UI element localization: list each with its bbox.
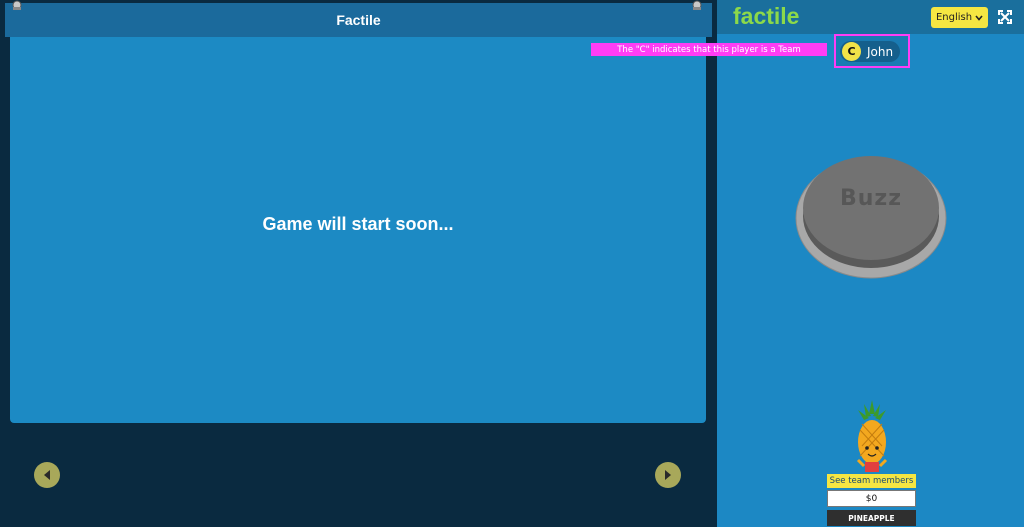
arrow-right-icon	[665, 470, 671, 480]
player-sidebar: factile English C John The "C" indicates…	[591, 0, 1024, 527]
player-name: John	[867, 44, 894, 59]
arrow-left-icon	[44, 470, 50, 480]
team-score: $0	[827, 490, 916, 507]
game-title-bar: Factile	[5, 3, 712, 37]
game-title: Factile	[336, 12, 381, 28]
game-board-panel: Factile Game will start soon...	[0, 0, 717, 527]
pin-icon	[692, 0, 702, 10]
team-card: See team members $0 PINEAPPLE	[827, 474, 916, 527]
next-button[interactable]	[655, 462, 681, 488]
team-badge: C	[842, 42, 861, 61]
language-select[interactable]: English	[931, 7, 988, 28]
expand-icon[interactable]	[998, 10, 1012, 24]
buzz-label: Buzz	[840, 186, 902, 211]
previous-button[interactable]	[34, 462, 60, 488]
see-team-members-button[interactable]: See team members	[827, 474, 916, 488]
buzz-button[interactable]: Buzz	[795, 150, 947, 280]
language-label: English	[935, 12, 973, 23]
annotation-tooltip: The "C" indicates that this player is a …	[591, 43, 827, 56]
pin-icon	[12, 0, 22, 10]
pineapple-avatar	[856, 400, 888, 472]
chevron-down-icon	[975, 14, 983, 21]
game-board: Game will start soon...	[10, 37, 706, 423]
player-chip[interactable]: C John	[840, 41, 900, 62]
team-name: PINEAPPLE	[827, 510, 916, 526]
logo: factile	[733, 3, 800, 29]
status-message: Game will start soon...	[262, 214, 454, 234]
